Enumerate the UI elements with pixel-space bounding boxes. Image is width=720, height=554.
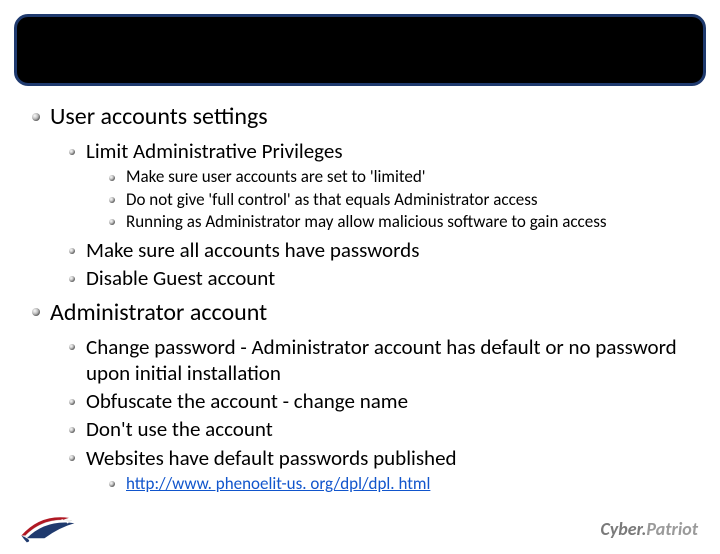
- list-item: Running as Administrator may allow malic…: [104, 211, 720, 232]
- list-item: Change password - Administrator account …: [64, 334, 720, 387]
- flag-ribbon-icon: [20, 508, 88, 544]
- brand-part2: Patriot: [646, 518, 698, 540]
- list-item: Websites have default passwords publishe…: [64, 445, 720, 471]
- heading-limit-privs: Limit Administrative Privileges: [64, 138, 720, 164]
- list-item: Don't use the account: [64, 416, 720, 442]
- slide-content: User accounts settings Limit Administrat…: [0, 86, 720, 494]
- link-dpl[interactable]: http://www. phenoelit-us. org/dpl/dpl. h…: [126, 473, 430, 494]
- heading-admin-account: Administrator account: [28, 298, 720, 328]
- list-item: Disable Guest account: [64, 265, 720, 291]
- list-item: Do not give 'full control' as that equal…: [104, 189, 720, 210]
- list-item: Make sure all accounts have passwords: [64, 237, 720, 263]
- link-default-passwords[interactable]: http://www. phenoelit-us. org/dpl/dpl. h…: [104, 473, 720, 494]
- list-item: Obfuscate the account - change name: [64, 388, 720, 414]
- brand-part1: Cyber.: [600, 518, 646, 540]
- footer: Cyber.Patriot: [0, 502, 720, 548]
- heading-user-accounts: User accounts settings: [28, 102, 720, 132]
- brand-label: Cyber.Patriot: [600, 518, 698, 540]
- list-item: Make sure user accounts are set to 'limi…: [104, 166, 720, 187]
- title-bar: [14, 14, 706, 86]
